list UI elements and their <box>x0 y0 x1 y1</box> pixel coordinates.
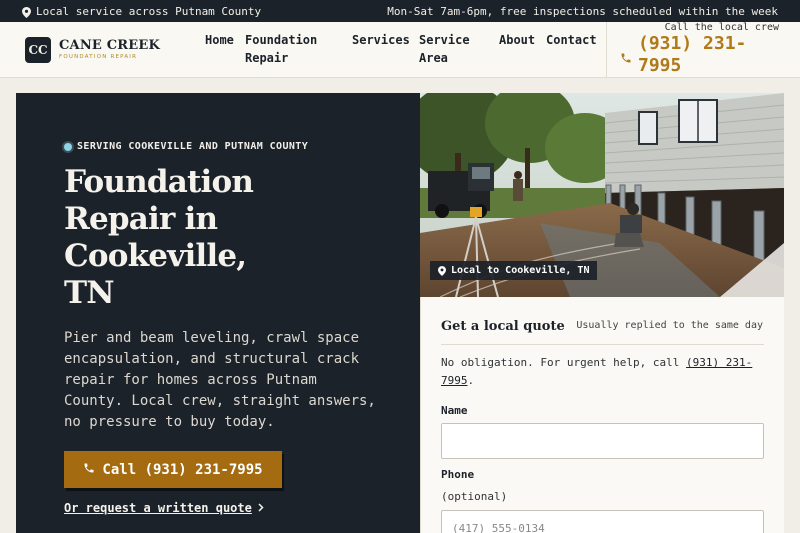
nav-contact[interactable]: Contact <box>546 31 597 49</box>
location-tag-text: Local to Cookeville, TN <box>451 265 590 276</box>
hero-description: Pier and beam leveling, crawl space enca… <box>64 330 376 430</box>
top-bar-location-text: Local service across Putnam County <box>36 4 262 18</box>
nav-home[interactable]: Home <box>205 31 234 49</box>
service-area-badge: SERVING COOKEVILLE AND PUTNAM COUNTY <box>64 141 308 152</box>
header-phone-link[interactable]: (931) 231-7995 <box>620 33 790 77</box>
quote-response-time: Usually replied to the same day <box>576 320 763 331</box>
hero-photo: Local to Cookeville, TN <box>420 93 784 297</box>
quote-form-title: Get a local quote <box>441 319 565 334</box>
nav-service-area-line1: Service <box>419 33 470 47</box>
phone-optional-hint: (optional) <box>441 490 508 503</box>
hero-section: SERVING COOKEVILLE AND PUTNAM COUNTY Fou… <box>16 93 420 533</box>
request-quote-label: Or request a written quote <box>64 501 252 515</box>
site-header: CC CANE CREEK FOUNDATION REPAIR Home Fou… <box>0 22 800 78</box>
phone-icon <box>620 48 632 70</box>
top-bar: Local service across Putnam County Mon-S… <box>0 0 800 22</box>
header-divider <box>606 22 607 78</box>
quote-form: Get a local quote Usually replied to the… <box>420 297 784 533</box>
phone-icon <box>83 462 95 478</box>
nav-foundation-line1: Foundation <box>245 33 318 47</box>
quote-note: No obligation. For urgent help, call (93… <box>441 354 771 390</box>
name-label: Name <box>441 404 468 417</box>
nav-foundation-repair[interactable]: Foundation Repair <box>245 31 317 67</box>
page-title: Foundation Repair in Cookeville, TN <box>64 164 254 311</box>
nav-service-area-line2: Area <box>419 51 448 65</box>
service-area-badge-text: SERVING COOKEVILLE AND PUTNAM COUNTY <box>77 141 309 152</box>
top-bar-location: Local service across Putnam County <box>22 5 261 18</box>
location-pin-icon <box>22 6 31 18</box>
phone-field[interactable] <box>441 510 764 533</box>
quote-note-suffix: . <box>467 374 475 387</box>
nav-about[interactable]: About <box>499 31 535 49</box>
location-tag: Local to Cookeville, TN <box>430 261 598 280</box>
phone-label: Phone <box>441 468 475 481</box>
top-bar-hours: Mon-Sat 7am-6pm, free inspections schedu… <box>387 4 778 18</box>
name-field[interactable] <box>441 423 764 459</box>
chevron-right-icon <box>258 501 264 515</box>
nav-service-area[interactable]: Service Area <box>419 31 470 67</box>
main-nav: Home Foundation Repair Services Service … <box>0 31 606 71</box>
nav-foundation-line2: Repair <box>245 51 289 65</box>
quote-note-text: No obligation. For urgent help, call <box>441 356 687 369</box>
location-pin-icon <box>438 265 446 276</box>
status-dot-icon <box>64 142 72 151</box>
call-now-button[interactable]: Call (931) 231-7995 <box>64 451 282 488</box>
nav-services[interactable]: Services <box>352 31 410 49</box>
request-quote-link[interactable]: Or request a written quote <box>64 501 264 515</box>
call-now-label: Call (931) 231-7995 <box>102 461 263 478</box>
header-phone-number: (931) 231-7995 <box>638 33 747 76</box>
call-caption: Call the local crew <box>664 22 779 33</box>
divider <box>441 344 764 345</box>
